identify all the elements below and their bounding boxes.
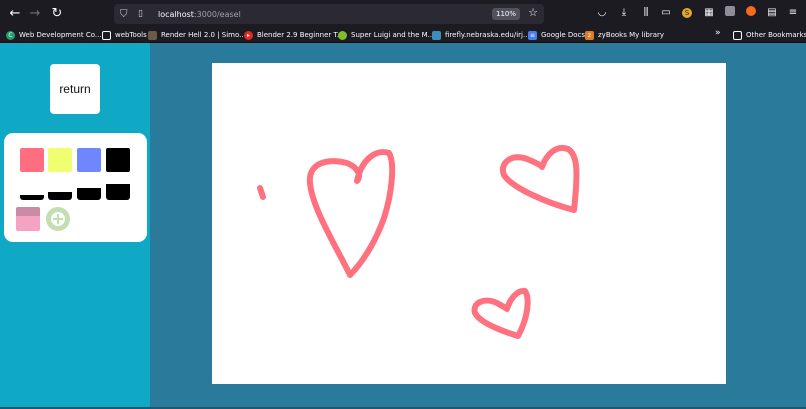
sidebar-icon[interactable]: ▭ (659, 6, 673, 20)
folder-icon (733, 30, 742, 40)
extension-s-icon[interactable]: S (680, 6, 694, 20)
library-icon[interactable]: ⫼ (639, 6, 653, 20)
palette-panel (4, 133, 147, 242)
tracking-shield-icon[interactable]: ⛉ (120, 9, 132, 20)
back-icon[interactable]: ← (6, 5, 24, 23)
bookmark-item[interactable]: Render Hell 2.0 | Simo... (148, 28, 246, 42)
brave-icon[interactable] (744, 6, 758, 20)
site-icon (148, 30, 157, 40)
color-swatch-pink[interactable] (20, 148, 44, 172)
easel-area (150, 43, 806, 409)
docs-icon: ≡ (528, 30, 537, 40)
downloads-icon[interactable]: ⤓ (617, 6, 631, 20)
codecademy-icon: C (6, 30, 15, 40)
bookmark-item[interactable]: Super Luigi and the M... (338, 28, 434, 42)
menu-icon[interactable]: ≡ (786, 6, 800, 20)
url-text[interactable]: localhost:3000/easel (158, 10, 241, 19)
custom-color-swatch[interactable] (16, 207, 40, 231)
bookmark-folder[interactable]: webTools (102, 28, 147, 42)
custom-swatch-body (16, 216, 40, 231)
extension-gray-icon[interactable] (723, 6, 737, 20)
canvas-drawing (257, 145, 580, 339)
zoom-level-badge[interactable]: 110% (491, 8, 520, 20)
color-swatch-black[interactable] (106, 148, 130, 172)
bookmark-item[interactable]: C Web Development Co... (6, 28, 102, 42)
brush-size-xlarge[interactable] (106, 184, 130, 200)
bookmarks-bar: C Web Development Co... webTools Render … (0, 27, 806, 43)
pocket-icon[interactable]: ◡ (595, 6, 609, 20)
site-icon (338, 30, 347, 40)
page-info-icon[interactable]: ▯ (138, 9, 150, 19)
stroke-heart-left (306, 149, 396, 278)
bookmark-item[interactable]: firefly.nebraska.edu/irj... (432, 28, 530, 42)
chevron-double-right-icon[interactable]: » (715, 28, 721, 38)
custom-swatch-header (16, 207, 40, 216)
color-swatch-yellow[interactable] (48, 148, 72, 172)
stroke-heart-bottom (471, 287, 531, 339)
other-bookmarks-folder[interactable]: Other Bookmarks (733, 28, 806, 42)
reload-icon[interactable]: ↻ (48, 5, 66, 23)
bookmark-item[interactable]: z zyBooks My library (585, 28, 664, 42)
color-swatch-blue[interactable] (77, 148, 101, 172)
bookmark-item[interactable]: ≡ Google Docs (528, 28, 585, 42)
youtube-icon: ▸ (244, 30, 253, 40)
stroke-heart-right (499, 145, 580, 213)
zybooks-icon: z (585, 30, 594, 40)
folder-icon (102, 30, 111, 40)
drawing-canvas[interactable] (212, 63, 726, 384)
extension-grid-icon[interactable]: ▦ (702, 6, 716, 20)
address-bar[interactable]: ⛉ ▯ localhost:3000/easel 110% ☆ (114, 4, 544, 24)
site-icon (432, 30, 441, 40)
plus-icon (51, 212, 65, 226)
return-button[interactable]: return (50, 64, 100, 114)
forward-icon[interactable]: → (26, 5, 44, 23)
document-icon[interactable]: ▤ (765, 6, 779, 20)
bookmark-star-icon[interactable]: ☆ (528, 6, 538, 19)
brush-size-medium[interactable] (48, 192, 72, 200)
brush-size-large[interactable] (77, 188, 101, 200)
bookmark-item[interactable]: ▸ Blender 2.9 Beginner T... (244, 28, 344, 42)
add-color-button[interactable] (46, 207, 70, 231)
browser-toolbar: ← → ↻ ⛉ ▯ localhost:3000/easel 110% ☆ ◡ … (0, 0, 806, 27)
tool-sidebar: return (0, 43, 150, 409)
brush-size-small[interactable] (20, 195, 44, 200)
stroke-dot (257, 185, 266, 200)
